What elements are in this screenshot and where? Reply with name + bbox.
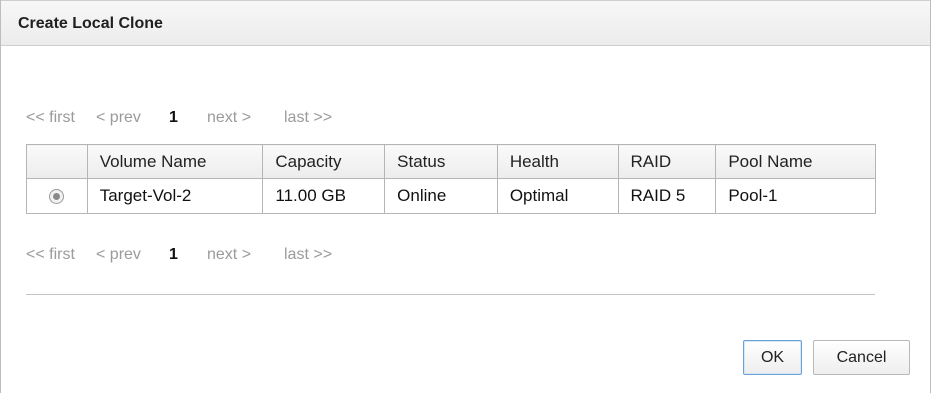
- cell-raid: RAID 5: [617, 178, 717, 214]
- pager-top: << first < prev 1 next > last >>: [26, 109, 332, 131]
- cell-status: Online: [384, 178, 498, 214]
- pager-prev-link[interactable]: < prev: [96, 246, 166, 264]
- column-header-volume-name[interactable]: Volume Name: [86, 144, 264, 179]
- dialog-titlebar[interactable]: Create Local Clone: [1, 0, 930, 46]
- column-header-health[interactable]: Health: [496, 144, 619, 179]
- ok-button[interactable]: OK: [743, 340, 802, 375]
- cancel-button[interactable]: Cancel: [813, 340, 910, 375]
- cell-volume-name: Target-Vol-2: [86, 178, 264, 214]
- pager-first-link[interactable]: << first: [26, 109, 96, 127]
- dialog-title: Create Local Clone: [18, 15, 163, 32]
- row-select-cell: [26, 178, 88, 214]
- table-row[interactable]: Target-Vol-2 11.00 GB Online Optimal RAI…: [26, 178, 876, 214]
- column-header-capacity[interactable]: Capacity: [262, 144, 386, 179]
- create-local-clone-dialog: Create Local Clone << first < prev 1 next >…: [0, 0, 931, 393]
- cell-health: Optimal: [496, 178, 619, 214]
- cell-pool-name: Pool-1: [715, 178, 876, 214]
- pager-current-page: 1: [169, 109, 178, 126]
- pager-current-page: 1: [169, 246, 178, 263]
- column-header-status[interactable]: Status: [384, 144, 498, 179]
- column-header-select: [26, 144, 88, 179]
- pager-last-link[interactable]: last >>: [284, 246, 332, 264]
- pager-next-link[interactable]: next >: [207, 109, 284, 127]
- footer-divider: [26, 294, 875, 295]
- column-header-raid[interactable]: RAID: [617, 144, 717, 179]
- column-header-pool-name[interactable]: Pool Name: [715, 144, 876, 179]
- volume-table: Volume Name Capacity Status Health RAID …: [26, 144, 876, 214]
- pager-next-link[interactable]: next >: [207, 246, 284, 264]
- pager-prev-link[interactable]: < prev: [96, 109, 166, 127]
- pager-bottom: << first < prev 1 next > last >>: [26, 246, 332, 268]
- table-header-row: Volume Name Capacity Status Health RAID …: [26, 144, 876, 179]
- pager-first-link[interactable]: << first: [26, 246, 96, 264]
- pager-last-link[interactable]: last >>: [284, 109, 332, 127]
- cell-capacity: 11.00 GB: [262, 178, 386, 214]
- row-select-radio[interactable]: [49, 189, 65, 205]
